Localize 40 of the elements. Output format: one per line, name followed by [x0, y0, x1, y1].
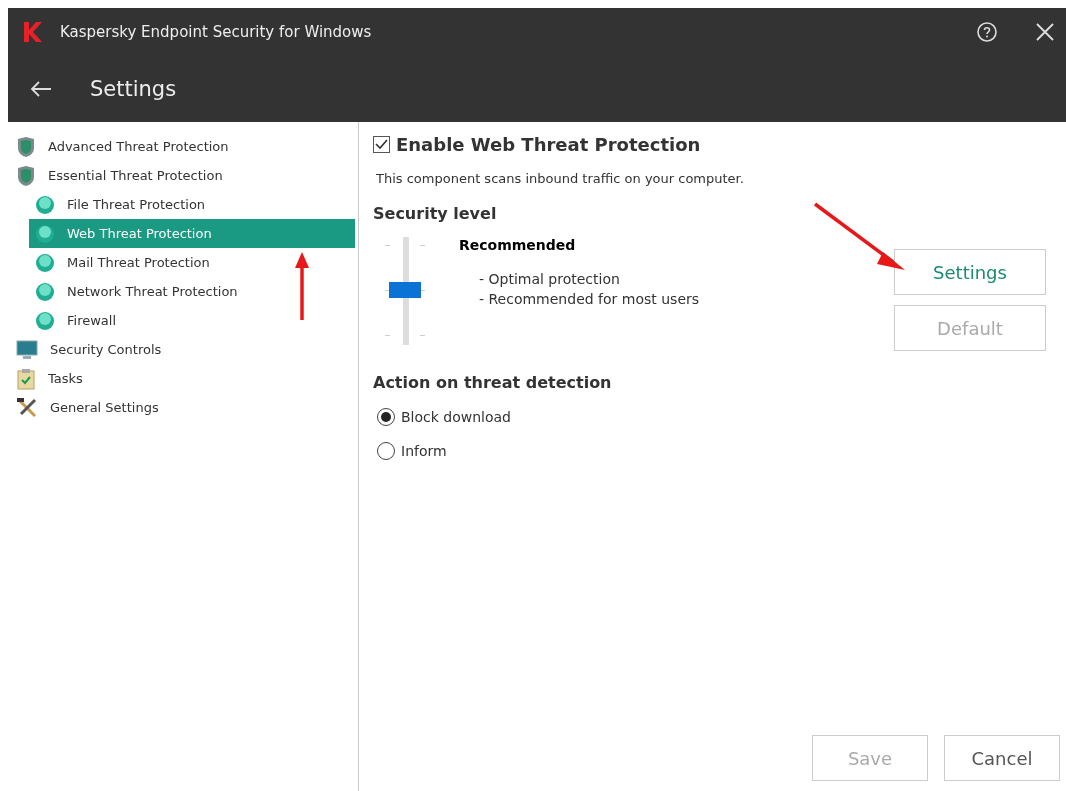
- level-detail: - Recommended for most users: [479, 290, 700, 309]
- close-icon[interactable]: [1036, 23, 1054, 41]
- orb-icon: [35, 310, 55, 331]
- monitor-icon: [16, 338, 38, 361]
- clipboard-icon: [16, 367, 36, 390]
- orb-icon: [35, 252, 55, 273]
- window-title: Kaspersky Endpoint Security for Windows: [60, 23, 373, 41]
- radio-label: Inform: [401, 443, 447, 459]
- action-button[interactable]: Settings: [894, 249, 1046, 295]
- slider-thumb[interactable]: [389, 282, 421, 298]
- pointer-arrow-icon: [813, 202, 907, 272]
- orb-icon: [35, 281, 55, 302]
- sidebar-item[interactable]: Security Controls: [8, 335, 355, 364]
- sidebar-item[interactable]: Mail Threat Protection: [29, 248, 355, 277]
- level-name: Recommended: [459, 237, 577, 253]
- section-heading: Security level: [373, 204, 498, 223]
- sidebar-item[interactable]: Firewall: [29, 306, 355, 335]
- sidebar-item[interactable]: Essential Threat Protection: [8, 161, 355, 190]
- page-title: Settings: [90, 77, 177, 101]
- sidebar-item[interactable]: General Settings: [8, 393, 355, 422]
- tools-icon: [16, 396, 38, 419]
- back-arrow-icon[interactable]: [30, 81, 52, 97]
- level-detail: - Optimal protection: [479, 270, 621, 289]
- description-text: This component scans inbound traffic on your computer.: [376, 171, 745, 186]
- orb-icon: [35, 223, 55, 244]
- orb-icon: [35, 194, 55, 215]
- footer-button[interactable]: Cancel: [944, 735, 1060, 781]
- shield-icon: [16, 135, 36, 158]
- sidebar-item[interactable]: File Threat Protection: [29, 190, 355, 219]
- radio-label: Block download: [401, 409, 511, 425]
- checkbox-label: Enable Web Threat Protection: [396, 134, 701, 155]
- help-icon[interactable]: [976, 21, 998, 43]
- sidebar-item[interactable]: Advanced Threat Protection: [8, 132, 355, 161]
- checkbox[interactable]: [373, 136, 390, 153]
- sidebar-item[interactable]: Web Threat Protection: [29, 219, 355, 248]
- section-heading: Action on threat detection: [373, 373, 613, 392]
- sidebar-item[interactable]: Tasks: [8, 364, 355, 393]
- sidebar-item[interactable]: Network Threat Protection: [29, 277, 355, 306]
- pointer-arrow-icon: [292, 250, 312, 322]
- shield-icon: [16, 164, 36, 187]
